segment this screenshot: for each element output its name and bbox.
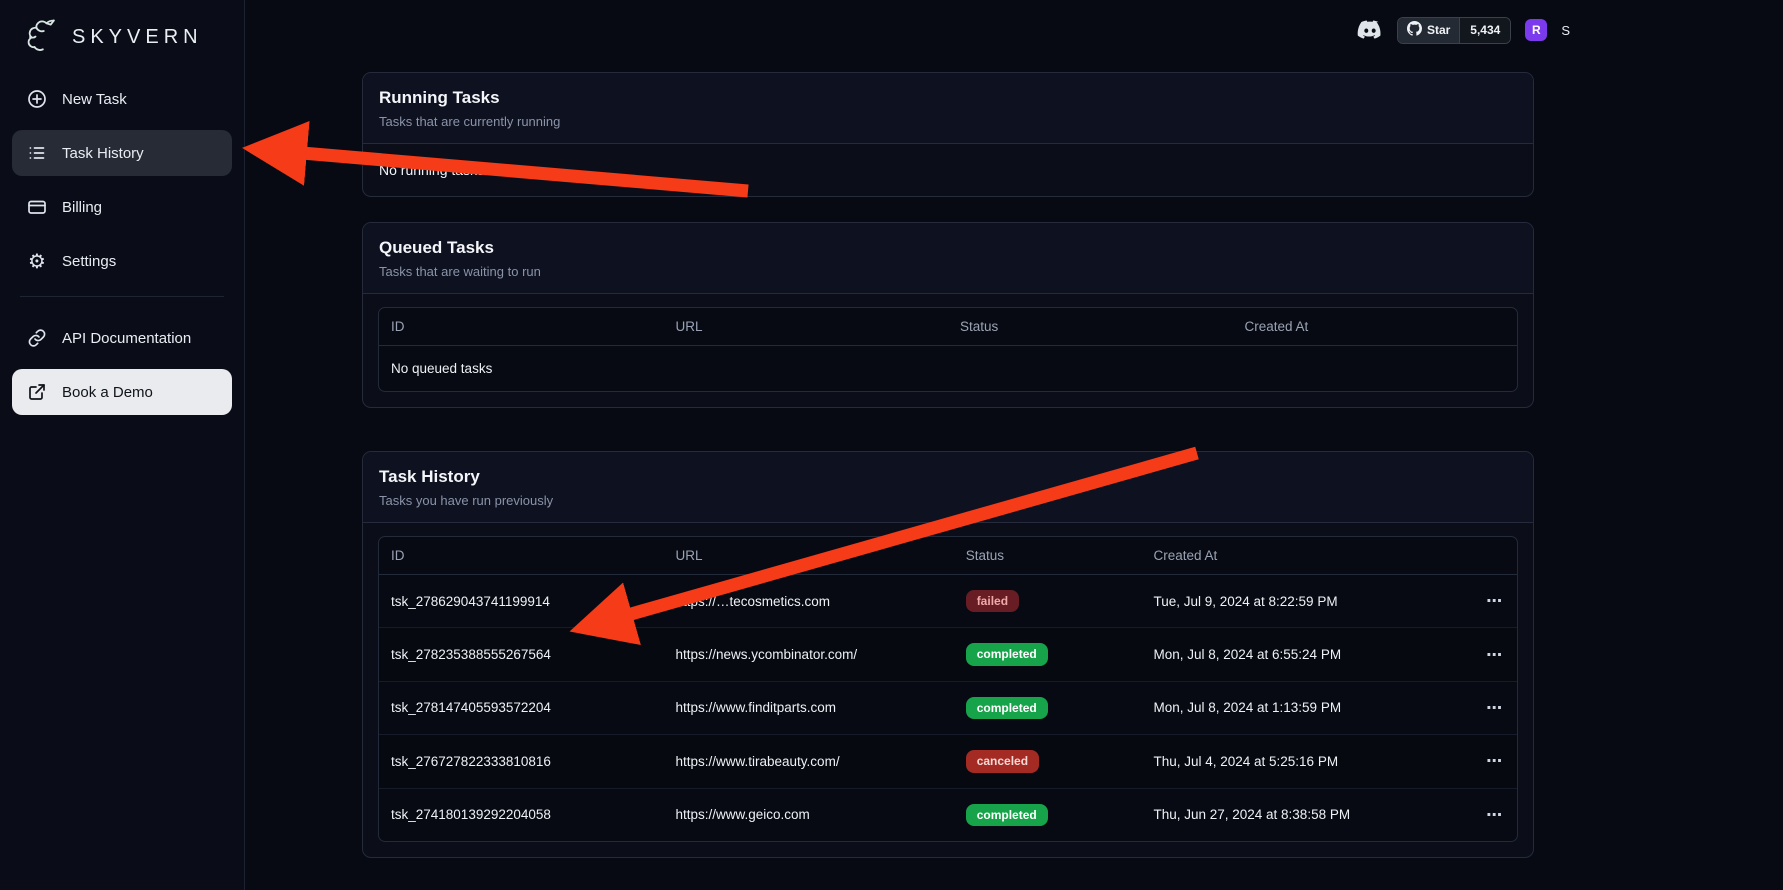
task-id-cell: tsk_278629043741199914 xyxy=(379,575,664,628)
task-created-cell: Thu, Jul 4, 2024 at 5:25:16 PM xyxy=(1141,735,1471,788)
card-subtitle: Tasks that are waiting to run xyxy=(379,264,1517,279)
task-created-cell: Thu, Jun 27, 2024 at 8:38:58 PM xyxy=(1141,788,1471,841)
running-tasks-card: Running Tasks Tasks that are currently r… xyxy=(362,72,1534,197)
card-title: Task History xyxy=(379,467,1517,487)
task-created-cell: Mon, Jul 8, 2024 at 6:55:24 PM xyxy=(1141,628,1471,681)
sidebar-divider xyxy=(20,296,224,297)
column-header-created-at: Created At xyxy=(1141,537,1471,575)
table-row[interactable]: tsk_276727822333810816 https://www.tirab… xyxy=(379,735,1517,788)
column-header-url: URL xyxy=(664,537,954,575)
sidebar-item-billing[interactable]: Billing xyxy=(12,184,232,230)
topbar: Star 5,434 R S xyxy=(1357,15,1570,45)
table-row[interactable]: tsk_278147405593572204 https://www.findi… xyxy=(379,681,1517,734)
sidebar-item-label: Settings xyxy=(62,253,116,270)
plus-circle-icon xyxy=(26,88,48,110)
column-header-status: Status xyxy=(948,308,1233,346)
table-row[interactable]: tsk_278235388555267564 https://news.ycom… xyxy=(379,628,1517,681)
github-star-button[interactable]: Star 5,434 xyxy=(1397,17,1511,44)
skyvern-logo[interactable]: SKYVERN xyxy=(12,12,232,76)
empty-row: No queued tasks xyxy=(379,346,1517,392)
sidebar-item-label: Book a Demo xyxy=(62,384,153,401)
row-actions-button[interactable]: ⋯ xyxy=(1486,807,1502,823)
task-url-cell: https://news.ycombinator.com/ xyxy=(664,628,954,681)
queued-tasks-empty-message: No queued tasks xyxy=(379,346,1517,392)
card-title: Running Tasks xyxy=(379,88,1517,108)
credit-card-icon xyxy=(26,196,48,218)
status-badge: failed xyxy=(966,590,1019,612)
sidebar-item-settings[interactable]: ⚙ Settings xyxy=(12,238,232,284)
column-header-id: ID xyxy=(379,537,664,575)
task-url-cell: https://www.finditparts.com xyxy=(664,681,954,734)
card-subtitle: Tasks that are currently running xyxy=(379,114,1517,129)
table-row[interactable]: tsk_274180139292204058 https://www.geico… xyxy=(379,788,1517,841)
task-url-cell: https://www.geico.com xyxy=(664,788,954,841)
task-history-header: Task History Tasks you have run previous… xyxy=(363,452,1533,523)
user-label: S xyxy=(1561,23,1570,38)
external-link-icon xyxy=(26,381,48,403)
sidebar-secondary-nav: API Documentation Book a Demo xyxy=(12,315,232,415)
task-url-cell: https://www.tirabeauty.com/ xyxy=(664,735,954,788)
task-id-cell: tsk_274180139292204058 xyxy=(379,788,664,841)
queued-tasks-header: Queued Tasks Tasks that are waiting to r… xyxy=(363,223,1533,294)
sidebar-item-task-history[interactable]: Task History xyxy=(12,130,232,176)
task-history-card: Task History Tasks you have run previous… xyxy=(362,451,1534,858)
sidebar-item-api-documentation[interactable]: API Documentation xyxy=(12,315,232,361)
task-history-table: ID URL Status Created At tsk_27862904374… xyxy=(378,536,1518,842)
sidebar-item-label: Task History xyxy=(62,145,144,162)
gear-icon: ⚙ xyxy=(26,250,48,272)
status-badge: completed xyxy=(966,697,1048,719)
column-header-actions xyxy=(1471,537,1517,575)
table-row[interactable]: tsk_278629043741199914 https://…tecosmet… xyxy=(379,575,1517,628)
link-icon xyxy=(26,327,48,349)
logo-wordmark: SKYVERN xyxy=(72,26,203,49)
task-id-cell: tsk_276727822333810816 xyxy=(379,735,664,788)
dragon-logo-icon xyxy=(18,14,64,60)
row-actions-button[interactable]: ⋯ xyxy=(1486,753,1502,769)
main-content: Running Tasks Tasks that are currently r… xyxy=(362,72,1534,858)
card-subtitle: Tasks you have run previously xyxy=(379,493,1517,508)
row-actions-button[interactable]: ⋯ xyxy=(1486,647,1502,663)
sidebar-item-new-task[interactable]: New Task xyxy=(12,76,232,122)
queued-tasks-card: Queued Tasks Tasks that are waiting to r… xyxy=(362,222,1534,408)
github-icon xyxy=(1407,21,1422,39)
column-header-id: ID xyxy=(379,308,664,346)
row-actions-button[interactable]: ⋯ xyxy=(1486,700,1502,716)
sidebar-item-label: Billing xyxy=(62,199,102,216)
status-badge: completed xyxy=(966,643,1048,665)
status-badge: completed xyxy=(966,804,1048,826)
column-header-status: Status xyxy=(954,537,1142,575)
github-star-count: 5,434 xyxy=(1459,18,1510,43)
queued-tasks-table: ID URL Status Created At No queued tasks xyxy=(378,307,1518,392)
row-actions-button[interactable]: ⋯ xyxy=(1486,593,1502,609)
card-title: Queued Tasks xyxy=(379,238,1517,258)
sidebar-item-label: New Task xyxy=(62,91,127,108)
task-created-cell: Mon, Jul 8, 2024 at 1:13:59 PM xyxy=(1141,681,1471,734)
sidebar-nav: New Task Task History Billing xyxy=(12,76,232,284)
status-badge: canceled xyxy=(966,750,1039,772)
avatar[interactable]: R xyxy=(1525,19,1547,41)
running-tasks-header: Running Tasks Tasks that are currently r… xyxy=(363,73,1533,144)
sidebar: SKYVERN New Task Task History xyxy=(0,0,245,890)
task-id-cell: tsk_278147405593572204 xyxy=(379,681,664,734)
discord-icon[interactable] xyxy=(1357,20,1383,40)
task-url-cell: https://…tecosmetics.com xyxy=(664,575,954,628)
column-header-created-at: Created At xyxy=(1233,308,1518,346)
book-a-demo-button[interactable]: Book a Demo xyxy=(12,369,232,415)
task-id-cell: tsk_278235388555267564 xyxy=(379,628,664,681)
list-icon xyxy=(26,142,48,164)
column-header-url: URL xyxy=(664,308,949,346)
task-created-cell: Tue, Jul 9, 2024 at 8:22:59 PM xyxy=(1141,575,1471,628)
github-star-label: Star xyxy=(1427,23,1450,37)
sidebar-item-label: API Documentation xyxy=(62,330,191,347)
running-tasks-empty-message: No running tasks xyxy=(363,144,1533,196)
